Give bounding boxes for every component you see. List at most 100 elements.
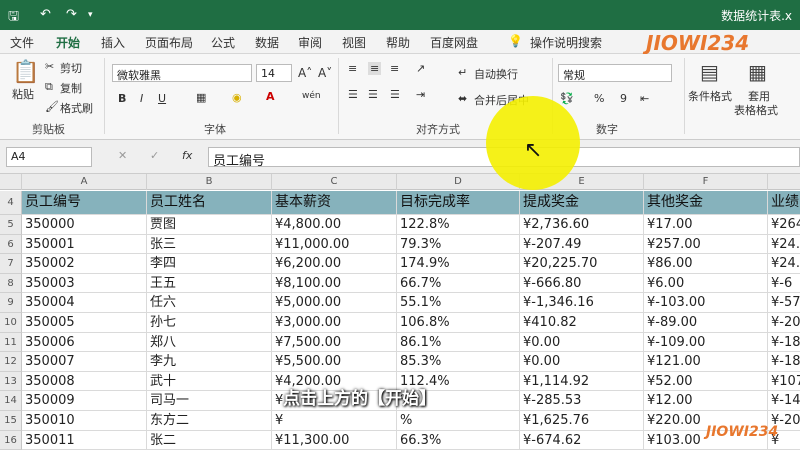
table-cell[interactable]: ¥-285.53 xyxy=(520,391,644,411)
table-cell[interactable]: 86.1% xyxy=(397,332,520,353)
table-cell[interactable]: 郑八 xyxy=(147,332,272,353)
table-cell[interactable]: ¥-14 xyxy=(768,391,800,411)
tab-home[interactable]: 开始 xyxy=(56,34,81,56)
table-cell[interactable]: 350005 xyxy=(22,313,147,333)
align-center-icon[interactable]: ☰ xyxy=(368,88,378,101)
table-cell[interactable]: 350006 xyxy=(22,332,147,353)
table-cell[interactable]: ¥257.00 xyxy=(644,234,768,255)
table-cell[interactable]: 350009 xyxy=(22,391,147,411)
table-cell[interactable]: ¥ xyxy=(272,411,397,431)
select-all-corner[interactable] xyxy=(0,174,22,190)
table-cell[interactable]: ¥7,500.00 xyxy=(272,332,397,353)
row-header-8[interactable]: 8 xyxy=(0,273,22,294)
row-header-11[interactable]: 11 xyxy=(0,332,22,353)
tab-view[interactable]: 视图 xyxy=(342,34,366,51)
table-cell[interactable]: 55.1% xyxy=(397,293,520,313)
tab-review[interactable]: 审阅 xyxy=(298,34,322,51)
row-header-16[interactable]: 16 xyxy=(0,430,22,450)
table-cell[interactable]: ¥8,100.00 xyxy=(272,273,397,294)
table-cell[interactable]: 司马一 xyxy=(147,391,272,411)
table-cell[interactable]: ¥5,000.00 xyxy=(272,293,397,313)
paste-icon[interactable]: 📋 xyxy=(12,60,39,85)
column-header-f[interactable]: F xyxy=(644,174,768,190)
row-header-5[interactable]: 5 xyxy=(0,215,22,235)
align-right-icon[interactable]: ☰ xyxy=(390,88,400,101)
number-format-select[interactable]: 常规 xyxy=(558,64,672,82)
header-cell[interactable]: 其他奖金 xyxy=(644,191,768,215)
phonetic-icon[interactable]: wén xyxy=(302,91,321,101)
font-name-select[interactable]: 微软雅黑 xyxy=(112,64,252,82)
align-middle-icon[interactable]: ≡ xyxy=(368,62,382,75)
table-cell[interactable]: 350011 xyxy=(22,430,147,450)
table-cell[interactable]: ¥0.00 xyxy=(520,332,644,353)
redo-icon[interactable]: ↷ xyxy=(66,7,77,22)
table-cell[interactable]: ¥0.00 xyxy=(520,352,644,372)
table-cell[interactable]: ¥1,114.92 xyxy=(520,371,644,392)
table-cell[interactable]: 任六 xyxy=(147,293,272,313)
table-cell[interactable]: ¥52.00 xyxy=(644,371,768,392)
table-cell[interactable]: ¥24.0 xyxy=(768,235,800,255)
table-cell[interactable]: ¥17.00 xyxy=(644,215,768,235)
table-cell[interactable]: ¥-6 xyxy=(768,274,800,294)
table-cell[interactable]: 张二 xyxy=(147,430,272,450)
table-cell[interactable]: 350004 xyxy=(22,293,147,313)
table-cell[interactable]: ¥12.00 xyxy=(644,391,768,411)
table-cell[interactable]: ¥1,625.76 xyxy=(520,411,644,431)
table-cell[interactable]: 东方二 xyxy=(147,411,272,431)
format-painter-button[interactable]: 格式刷 xyxy=(60,100,93,116)
confirm-entry-icon[interactable]: ✓ xyxy=(150,149,159,162)
row-header-10[interactable]: 10 xyxy=(0,313,22,333)
column-header-a[interactable]: A xyxy=(22,174,147,190)
table-cell[interactable]: ¥-1,346.16 xyxy=(520,293,644,313)
header-cell[interactable]: 提成奖金 xyxy=(520,191,644,215)
table-cell[interactable]: ¥-18 xyxy=(768,352,800,372)
indent-icon[interactable]: ⇥ xyxy=(416,88,425,101)
format-as-table-label-2[interactable]: 表格格式 xyxy=(734,102,778,118)
decrease-decimal-icon[interactable]: ⇤ xyxy=(640,92,649,105)
table-cell[interactable]: 武十 xyxy=(147,371,272,392)
percent-style-button[interactable]: % xyxy=(594,92,604,105)
wrap-text-button[interactable]: 自动换行 xyxy=(474,66,518,82)
table-cell[interactable]: ¥6,200.00 xyxy=(272,254,397,274)
wrap-text-icon[interactable]: ↵ xyxy=(458,66,467,79)
row-header-7[interactable]: 7 xyxy=(0,254,22,274)
insert-function-button[interactable]: fx xyxy=(182,149,192,162)
table-cell[interactable]: ¥107 xyxy=(768,372,800,392)
table-cell[interactable]: ¥5,500.00 xyxy=(272,352,397,372)
format-painter-icon[interactable]: 🖌 xyxy=(45,100,59,113)
table-cell[interactable]: ¥264 xyxy=(768,215,800,235)
format-as-table-icon[interactable]: ▦ xyxy=(748,60,767,84)
quick-access-dropdown-icon[interactable]: ▾ xyxy=(88,10,93,20)
table-cell[interactable]: ¥11,300.00 xyxy=(272,430,397,450)
table-cell[interactable]: ¥-666.80 xyxy=(520,273,644,294)
table-cell[interactable]: % xyxy=(397,411,520,431)
table-cell[interactable]: 122.8% xyxy=(397,215,520,235)
table-cell[interactable]: 350007 xyxy=(22,352,147,372)
align-left-icon[interactable]: ☰ xyxy=(348,88,358,101)
table-cell[interactable]: 85.3% xyxy=(397,352,520,372)
tab-data[interactable]: 数据 xyxy=(255,34,279,51)
align-bottom-icon[interactable]: ≡ xyxy=(390,62,399,75)
shrink-font-icon[interactable]: A˅ xyxy=(318,66,332,80)
header-cell[interactable]: 目标完成率 xyxy=(397,191,520,215)
table-cell[interactable]: ¥20,225.70 xyxy=(520,254,644,274)
cut-button[interactable]: 剪切 xyxy=(60,60,82,76)
row-header-6[interactable]: 6 xyxy=(0,234,22,255)
row-header-13[interactable]: 13 xyxy=(0,371,22,392)
table-cell[interactable]: 350001 xyxy=(22,234,147,255)
table-cell[interactable]: ¥-89.00 xyxy=(644,313,768,333)
merge-center-icon[interactable]: ⬌ xyxy=(458,92,467,105)
undo-icon[interactable]: ↶ xyxy=(40,7,51,22)
save-icon[interactable]: 🖫 xyxy=(8,7,19,29)
column-header-c[interactable]: C xyxy=(272,174,397,190)
font-size-select[interactable]: 14 xyxy=(256,64,292,82)
align-top-icon[interactable]: ≡ xyxy=(348,62,357,75)
bold-button[interactable]: B xyxy=(118,92,126,105)
table-cell[interactable]: ¥24.0 xyxy=(768,254,800,274)
table-cell[interactable]: 66.3% xyxy=(397,430,520,450)
paste-button[interactable]: 粘贴 xyxy=(12,86,34,102)
table-cell[interactable]: ¥11,000.00 xyxy=(272,234,397,255)
table-cell[interactable]: 孙七 xyxy=(147,313,272,333)
table-cell[interactable]: 350008 xyxy=(22,371,147,392)
conditional-formatting-icon[interactable]: ▤ xyxy=(700,60,719,84)
